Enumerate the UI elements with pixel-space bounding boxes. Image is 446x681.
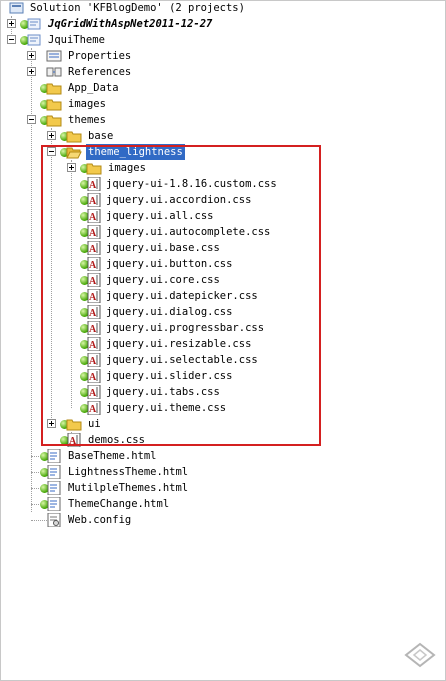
html-file-icon bbox=[47, 449, 61, 463]
solution-icon bbox=[9, 2, 24, 14]
web-config-label: Web.config bbox=[68, 514, 132, 526]
properties-label: Properties bbox=[68, 50, 132, 62]
tree-item-html-file[interactable]: MutilpleThemes.html bbox=[0, 480, 300, 496]
tree-item-solution[interactable]: Solution 'KFBlogDemo' (2 projects) bbox=[0, 0, 300, 16]
properties-icon bbox=[46, 50, 62, 62]
tree-item-project-jquitheme[interactable]: JquiTheme bbox=[0, 32, 300, 48]
expand-plus-icon[interactable] bbox=[27, 51, 36, 60]
html-file-icon bbox=[47, 497, 61, 511]
tree-item-references[interactable]: References bbox=[0, 64, 300, 80]
highlight-box bbox=[41, 145, 321, 446]
tree-item-html-file[interactable]: LightnessTheme.html bbox=[0, 464, 300, 480]
folder-icon bbox=[46, 99, 62, 111]
project-icon bbox=[27, 34, 41, 46]
expand-plus-icon[interactable] bbox=[47, 131, 56, 140]
folder-icon bbox=[46, 83, 62, 95]
tree-item-html-file[interactable]: BaseTheme.html bbox=[0, 448, 300, 464]
tree-item-html-file[interactable]: ThemeChange.html bbox=[0, 496, 300, 512]
folder-icon bbox=[66, 131, 82, 143]
base-label: base bbox=[88, 130, 114, 142]
tree-item-project-jqgrid[interactable]: JqGridWithAspNet2011-12-27 bbox=[0, 16, 300, 32]
project-icon bbox=[27, 18, 41, 30]
images-label: images bbox=[68, 98, 106, 110]
html-file-icon bbox=[47, 465, 61, 479]
tree-item-app-data[interactable]: App_Data bbox=[0, 80, 300, 96]
folder-icon bbox=[46, 115, 62, 127]
html-file-icon bbox=[47, 481, 61, 495]
watermark-logo-icon bbox=[404, 642, 436, 668]
collapse-minus-icon[interactable] bbox=[27, 115, 36, 124]
expand-plus-icon[interactable] bbox=[7, 19, 16, 28]
tree-item-base[interactable]: base bbox=[0, 128, 300, 144]
tree-item-images[interactable]: images bbox=[0, 96, 300, 112]
expand-plus-icon[interactable] bbox=[27, 67, 36, 76]
html-file-label: ThemeChange.html bbox=[68, 498, 170, 510]
html-file-label: LightnessTheme.html bbox=[68, 466, 189, 478]
tree-item-properties[interactable]: Properties bbox=[0, 48, 300, 64]
html-file-label: BaseTheme.html bbox=[68, 450, 157, 462]
tree-item-themes[interactable]: themes bbox=[0, 112, 300, 128]
project-label-jqgrid: JqGridWithAspNet2011-12-27 bbox=[48, 18, 213, 30]
project-label-jquitheme: JquiTheme bbox=[48, 34, 105, 46]
collapse-minus-icon[interactable] bbox=[7, 35, 16, 44]
tree-item-web-config[interactable]: Web.config bbox=[0, 512, 300, 528]
references-icon bbox=[46, 67, 62, 77]
references-label: References bbox=[68, 66, 132, 78]
app-data-label: App_Data bbox=[68, 82, 119, 94]
config-file-icon bbox=[47, 513, 61, 527]
themes-label: themes bbox=[68, 114, 106, 126]
html-file-label: MutilpleThemes.html bbox=[68, 482, 189, 494]
solution-label: Solution 'KFBlogDemo' (2 projects) bbox=[30, 2, 245, 14]
